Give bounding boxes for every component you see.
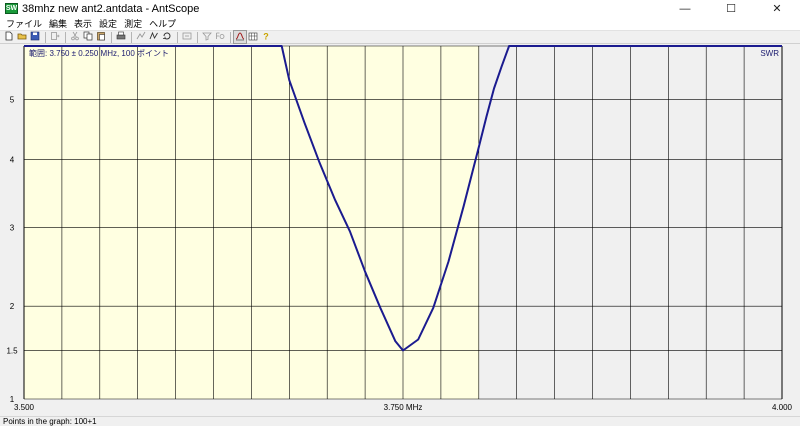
minimize-button[interactable]: — (662, 0, 708, 17)
filter-icon (202, 31, 212, 44)
smith-chart-icon (248, 31, 258, 44)
menu-bar: ファイル 編集 表示 設定 測定 ヘルプ (0, 17, 800, 30)
toolbar-separator (45, 31, 46, 43)
single-scan-button[interactable] (148, 31, 160, 43)
y-tick-label: 2 (10, 302, 15, 311)
smith-chart-button[interactable] (247, 31, 259, 43)
toolbar-separator (230, 31, 231, 43)
toolbar-separator (131, 31, 132, 43)
scan-icon (136, 31, 146, 44)
swr-graph-button[interactable] (233, 30, 247, 44)
copy-button[interactable] (82, 31, 94, 43)
y-tick-label: 5 (10, 96, 15, 105)
single-scan-icon (149, 31, 159, 44)
window-title: 38mhz new ant2.antdata - AntScope (22, 2, 200, 15)
add-trace-button (49, 31, 61, 43)
help-button[interactable]: ? (260, 31, 272, 43)
menu-measure[interactable]: 測定 (122, 17, 147, 30)
toolbar: ? (0, 30, 800, 44)
toolbar-separator (111, 31, 112, 43)
toolbar-separator (197, 31, 198, 43)
fit-button (181, 31, 193, 43)
fq-icon (215, 31, 225, 44)
menu-view[interactable]: 表示 (72, 17, 97, 30)
y-tick-label: 4 (10, 156, 15, 165)
fit-icon (182, 31, 192, 44)
svg-text:?: ? (263, 31, 269, 41)
cut-icon (70, 31, 80, 44)
save-disk-icon (30, 31, 40, 44)
series-label-swr: SWR (760, 49, 779, 58)
open-folder-icon (17, 31, 27, 44)
fq-button (214, 31, 226, 43)
swr-graph-icon (235, 31, 245, 44)
paste-button[interactable] (95, 31, 107, 43)
y-tick-label: 3 (10, 224, 15, 233)
menu-help[interactable]: ヘルプ (147, 17, 181, 30)
toolbar-separator (177, 31, 178, 43)
copy-icon (83, 31, 93, 44)
menu-settings[interactable]: 設定 (97, 17, 122, 30)
continuous-scan-icon (162, 31, 172, 44)
menu-file[interactable]: ファイル (4, 17, 47, 30)
close-button[interactable]: ✕ (754, 0, 800, 17)
antscope-app-icon: SW (5, 3, 18, 14)
add-trace-icon (50, 31, 60, 44)
y-tick-label: 1.5 (6, 346, 18, 355)
x-tick-label: 3.750 MHz (384, 403, 423, 412)
filter-button (201, 31, 213, 43)
chart-area: 1 1.5 2 3 4 5 3.500 3.750 MHz 4.000 範囲: 3.750 ± 0… (0, 44, 800, 416)
status-text: Points in the graph: 100+1 (3, 417, 97, 426)
save-disk-button[interactable] (29, 31, 41, 43)
cut-button (69, 31, 81, 43)
paste-icon (96, 31, 106, 44)
print-button[interactable] (115, 31, 127, 43)
status-bar: Points in the graph: 100+1 (0, 416, 800, 426)
range-label: 範囲: 3.750 ± 0.250 MHz, 100 ポイント (29, 48, 169, 58)
help-icon: ? (261, 31, 271, 44)
new-file-icon (4, 31, 14, 44)
menu-edit[interactable]: 編集 (47, 17, 72, 30)
open-folder-button[interactable] (16, 31, 28, 43)
print-icon (116, 31, 126, 44)
swr-graph[interactable]: 11.523453.500 3.750 MHz 4.000範囲: 3.750 ± 0… (0, 44, 800, 416)
maximize-button[interactable]: ☐ (708, 0, 754, 17)
toolbar-separator (65, 31, 66, 43)
x-tick-label: 3.500 (14, 403, 35, 412)
continuous-scan-button[interactable] (161, 31, 173, 43)
title-bar[interactable]: SW 38mhz new ant2.antdata - AntScope — ☐… (0, 0, 800, 17)
x-tick-label: 4.000 (772, 403, 793, 412)
new-file-button[interactable] (3, 31, 15, 43)
scan-button (135, 31, 147, 43)
